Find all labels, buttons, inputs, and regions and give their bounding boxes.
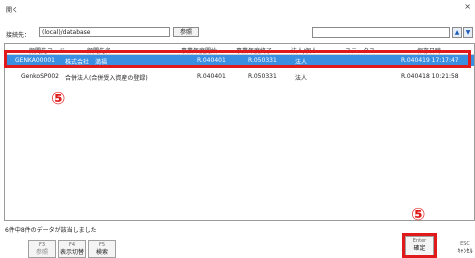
esc-key-label: ESC [460,241,470,247]
window-title: 開く [6,7,19,14]
close-icon[interactable]: × [464,2,471,11]
browse-button[interactable]: 参照 [173,27,199,37]
esc-action-label: ｷｬﾝｾﾙ [457,248,473,255]
f5-search-button[interactable]: F5 検索 [88,240,116,258]
step-marker-row: ⑤ [51,89,66,109]
status-message: 6件中8件のデータが該当しました [5,227,97,234]
step-marker-confirm: ⑤ [411,205,426,225]
cell-name: 合併法人(合併受入資産の登録) [65,75,148,82]
f4-key-label: F4 [68,242,76,248]
row-highlight-annotation [4,50,471,68]
f4-toggle-display-button[interactable]: F4 表示切替 [58,240,86,258]
f5-action-label: 検索 [95,249,108,256]
cell-code: GenkoSP002 [21,73,59,80]
search-down-icon[interactable]: ▼ [463,27,473,38]
client-list-table: 顧問先コード 顧問先名 事業年度開始 事業年度終了 法人/個人 ステータス 保存… [4,43,475,221]
title-bar: 開く × [0,0,475,22]
cell-type: 法人 [295,75,308,82]
f4-action-label: 表示切替 [59,249,84,256]
table-row[interactable]: GenkoSP002 合併法人(合併受入資産の登録) R.040401 R.05… [5,71,474,82]
f5-key-label: F5 [98,242,106,248]
search-input[interactable] [312,27,450,38]
esc-cancel-button[interactable]: ESC ｷｬﾝｾﾙ [455,241,475,256]
connection-label: 接続先： [6,32,31,39]
cell-end: R.050331 [248,73,277,80]
cell-start: R.040401 [197,73,226,80]
cell-saved: R.040418 10:21:58 [401,73,459,80]
f3-action-label: 参照 [35,249,48,256]
f3-key-label: F3 [38,242,46,248]
connection-field[interactable]: (local)/database [39,27,170,37]
search-up-icon[interactable]: ▲ [452,27,462,38]
confirm-highlight-annotation [402,233,437,258]
f3-browse-button[interactable]: F3 参照 [28,240,56,258]
